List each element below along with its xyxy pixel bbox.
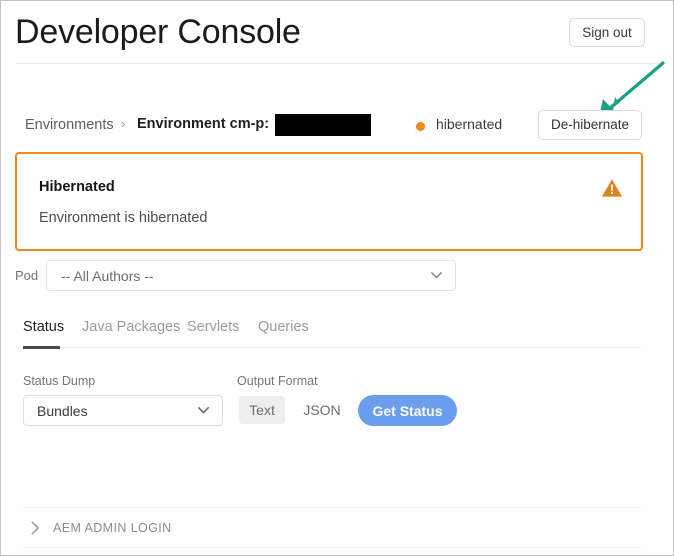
breadcrumb-current-environment: Environment cm-p: [137, 116, 270, 132]
footer-divider-bottom [23, 547, 641, 548]
aem-admin-login-label: AEM ADMIN LOGIN [53, 521, 172, 535]
app-header: Developer Console Sign out [1, 1, 673, 64]
breadcrumb-environments-link[interactable]: Environments [25, 117, 114, 133]
console-tabs: Status Java Packages Servlets Queries [1, 319, 673, 349]
tab-java-packages[interactable]: Java Packages [82, 319, 180, 335]
redaction-bar [275, 114, 371, 136]
environment-header-row: Environments › Environment cm-p: hiberna… [1, 110, 673, 145]
pod-select[interactable]: -- All Authors -- [46, 260, 456, 291]
output-format-label: Output Format [237, 374, 318, 388]
breadcrumb-separator-icon: › [121, 116, 126, 131]
pod-label: Pod [15, 268, 39, 283]
status-dump-select[interactable]: Bundles [23, 395, 223, 426]
output-format-option-text[interactable]: Text [239, 396, 285, 424]
active-tab-underline [23, 346, 60, 349]
tab-queries[interactable]: Queries [258, 319, 309, 335]
sign-out-button[interactable]: Sign out [569, 18, 645, 47]
tabs-divider [23, 347, 641, 348]
pod-filter-row: Pod -- All Authors -- [1, 260, 673, 292]
tab-servlets[interactable]: Servlets [187, 319, 239, 335]
status-dump-label: Status Dump [23, 374, 96, 388]
pod-select-value: -- All Authors -- [61, 268, 154, 284]
alert-title: Hibernated [39, 179, 115, 195]
hibernated-alert-banner: Hibernated Environment is hibernated [15, 152, 643, 251]
status-indicator-dot [416, 122, 425, 131]
chevron-right-icon [31, 521, 39, 535]
chevron-down-icon [431, 272, 442, 279]
warning-triangle-icon [601, 179, 623, 197]
get-status-button[interactable]: Get Status [358, 395, 457, 426]
alert-message: Environment is hibernated [39, 210, 208, 226]
status-dump-value: Bundles [37, 403, 88, 419]
status-form: Status Dump Bundles Output Format Text J… [1, 374, 673, 434]
page-title: Developer Console [15, 13, 301, 51]
de-hibernate-button[interactable]: De-hibernate [538, 110, 642, 140]
chevron-down-icon [198, 407, 209, 414]
tab-status[interactable]: Status [23, 319, 64, 335]
status-badge: hibernated [436, 116, 503, 132]
output-format-option-json[interactable]: JSON [298, 396, 346, 424]
aem-admin-login-accordion[interactable]: AEM ADMIN LOGIN [23, 508, 641, 547]
header-divider [17, 63, 661, 64]
developer-console-window: Developer Console Sign out Environments … [0, 0, 674, 556]
